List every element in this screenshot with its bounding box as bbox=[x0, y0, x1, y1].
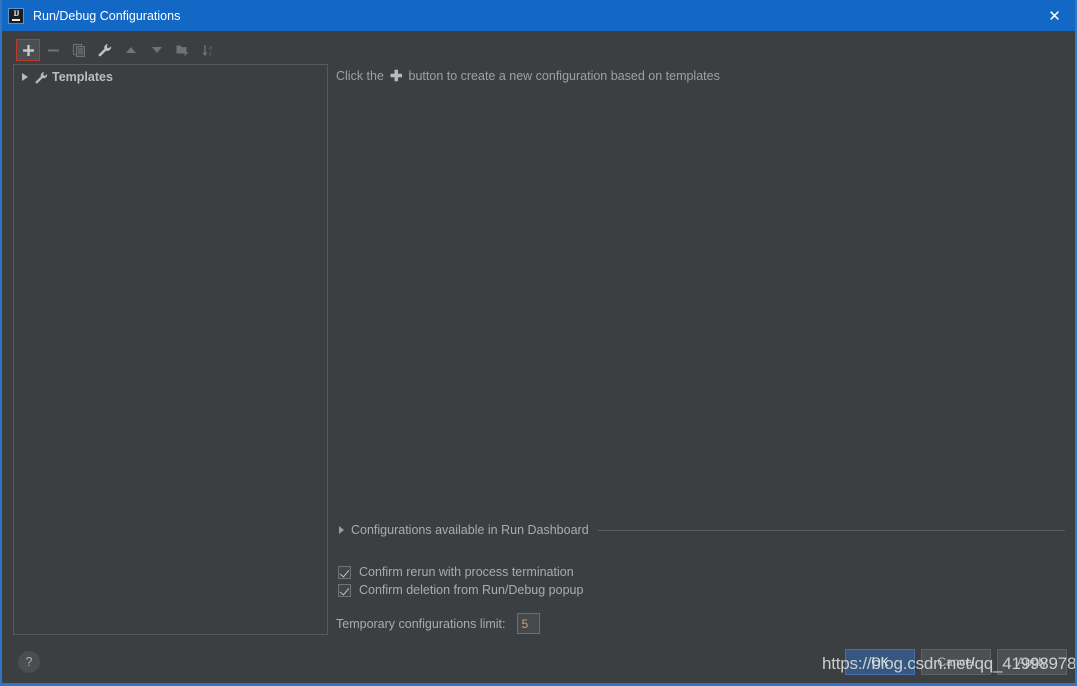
add-configuration-button[interactable] bbox=[16, 39, 40, 61]
arrow-down-icon bbox=[152, 47, 162, 53]
minus-icon bbox=[47, 49, 59, 51]
temporary-configurations-limit-input[interactable] bbox=[516, 613, 540, 634]
arrow-up-icon bbox=[126, 47, 136, 53]
move-up-button[interactable] bbox=[118, 38, 144, 62]
confirm-rerun-checkbox-row[interactable]: Confirm rerun with process termination bbox=[338, 565, 574, 579]
confirm-deletion-label: Confirm deletion from Run/Debug popup bbox=[359, 583, 584, 597]
help-button[interactable]: ? bbox=[18, 651, 40, 673]
copy-icon bbox=[72, 43, 85, 57]
tree-item-templates[interactable]: Templates bbox=[14, 66, 327, 88]
wrench-icon bbox=[35, 71, 48, 83]
hint-suffix: button to create a new configuration bas… bbox=[408, 69, 720, 83]
empty-state-hint: Click the ✚ button to create a new confi… bbox=[336, 68, 720, 85]
sort-alphabetically-button[interactable]: a z bbox=[196, 38, 222, 62]
run-debug-configurations-dialog: Run/Debug Configurations ✕ bbox=[0, 0, 1077, 686]
tree-item-label: Templates bbox=[52, 70, 113, 84]
plus-icon: ✚ bbox=[389, 68, 403, 85]
ok-button[interactable]: OK bbox=[845, 649, 915, 675]
intellij-idea-icon bbox=[8, 7, 24, 24]
copy-configuration-button[interactable] bbox=[66, 38, 92, 62]
confirm-deletion-checkbox-row[interactable]: Confirm deletion from Run/Debug popup bbox=[338, 583, 583, 597]
temporary-configurations-limit-label: Temporary configurations limit: bbox=[336, 616, 506, 631]
configurations-tree-panel: Templates bbox=[13, 64, 328, 635]
close-icon[interactable]: ✕ bbox=[1032, 0, 1075, 31]
move-down-button[interactable] bbox=[144, 38, 170, 62]
run-dashboard-section-header[interactable]: Configurations available in Run Dashboar… bbox=[339, 523, 1065, 537]
chevron-right-icon[interactable] bbox=[22, 73, 28, 81]
confirm-deletion-checkbox[interactable] bbox=[338, 583, 351, 597]
configurations-toolbar: a z bbox=[16, 38, 222, 62]
chevron-right-icon[interactable] bbox=[339, 526, 344, 534]
run-dashboard-section-label: Configurations available in Run Dashboar… bbox=[351, 523, 589, 537]
edit-templates-button[interactable] bbox=[92, 38, 118, 62]
section-divider bbox=[597, 529, 1065, 531]
cancel-button[interactable]: Cancel bbox=[921, 649, 991, 675]
page-title: Run/Debug Configurations bbox=[33, 8, 181, 23]
hint-prefix: Click the bbox=[336, 69, 384, 83]
svg-text:z: z bbox=[209, 51, 212, 56]
wrench-icon bbox=[98, 44, 112, 57]
sort-az-icon: a z bbox=[202, 44, 212, 57]
dialog-button-bar: OK Cancel Apply bbox=[845, 649, 1067, 675]
new-folder-button[interactable] bbox=[170, 38, 196, 62]
apply-button[interactable]: Apply bbox=[997, 649, 1067, 675]
folder-add-icon bbox=[176, 45, 188, 56]
temporary-configurations-limit-row: Temporary configurations limit: bbox=[336, 613, 540, 634]
confirm-rerun-label: Confirm rerun with process termination bbox=[359, 565, 574, 579]
confirm-rerun-checkbox[interactable] bbox=[338, 565, 351, 579]
remove-configuration-button[interactable] bbox=[40, 38, 66, 62]
plus-icon bbox=[22, 44, 34, 56]
title-bar: Run/Debug Configurations ✕ bbox=[2, 0, 1075, 31]
